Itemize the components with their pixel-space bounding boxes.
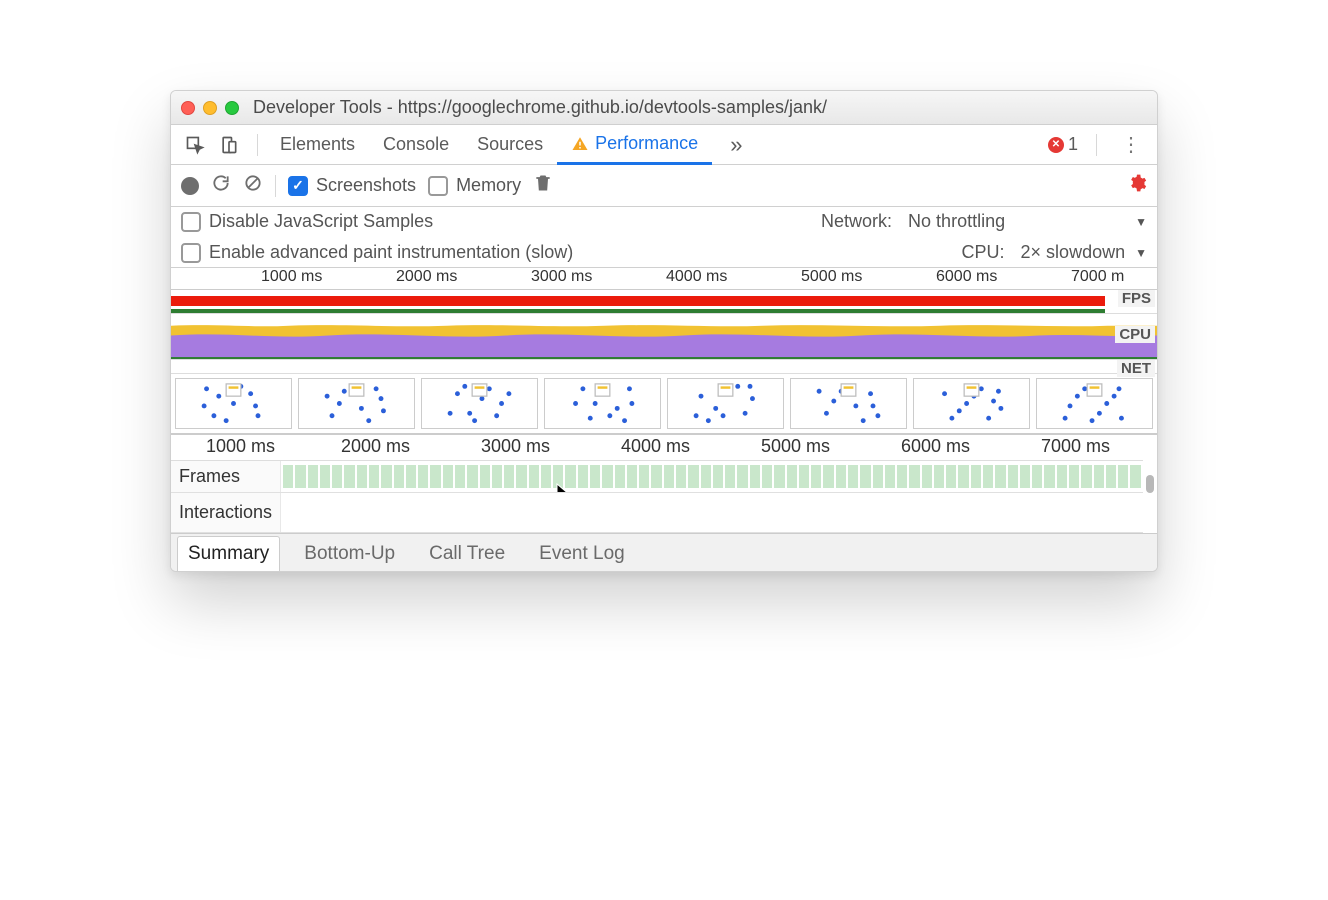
fps-histogram bbox=[171, 309, 1105, 313]
screenshots-checkbox[interactable]: Screenshots bbox=[288, 175, 416, 196]
interactions-track-body[interactable] bbox=[281, 493, 1143, 532]
cpu-lane-label: CPU bbox=[1115, 326, 1155, 343]
chevron-down-icon: ▼ bbox=[1135, 215, 1147, 229]
titlebar: Developer Tools - https://googlechrome.g… bbox=[171, 91, 1157, 125]
chevron-down-icon: ▼ bbox=[1135, 246, 1147, 260]
devtools-tab-strip: Elements Console Sources Performance » 1… bbox=[171, 125, 1157, 165]
flame-chart-ruler[interactable]: 1000 ms 2000 ms 3000 ms 4000 ms 5000 ms … bbox=[171, 435, 1143, 461]
inspect-element-icon[interactable] bbox=[181, 131, 209, 159]
fps-lane-label: FPS bbox=[1118, 290, 1155, 307]
error-icon bbox=[1048, 137, 1064, 153]
tab-event-log[interactable]: Event Log bbox=[529, 537, 635, 571]
window-title: Developer Tools - https://googlechrome.g… bbox=[253, 97, 827, 118]
screenshot-thumbnail[interactable] bbox=[913, 378, 1030, 429]
performance-toolbar: Screenshots Memory bbox=[171, 165, 1157, 207]
screenshots-label: Screenshots bbox=[316, 175, 416, 196]
flame-chart-area: 1000 ms 2000 ms 3000 ms 4000 ms 5000 ms … bbox=[171, 434, 1157, 533]
warning-icon bbox=[571, 135, 589, 153]
enable-paint-label: Enable advanced paint instrumentation (s… bbox=[209, 242, 573, 263]
record-button[interactable] bbox=[181, 177, 199, 195]
toggle-device-toolbar-icon[interactable] bbox=[215, 131, 243, 159]
tab-summary[interactable]: Summary bbox=[177, 536, 280, 572]
screenshot-thumbnail[interactable] bbox=[175, 378, 292, 429]
details-tab-strip: Summary Bottom-Up Call Tree Event Log bbox=[171, 533, 1157, 571]
reload-record-button[interactable] bbox=[211, 173, 231, 198]
checkbox-unchecked-icon bbox=[428, 176, 448, 196]
frames-track-label: Frames bbox=[171, 461, 281, 492]
interactions-track[interactable]: Interactions bbox=[171, 493, 1143, 533]
checkbox-unchecked-icon bbox=[181, 243, 201, 263]
memory-checkbox[interactable]: Memory bbox=[428, 175, 521, 196]
checkbox-checked-icon bbox=[288, 176, 308, 196]
tab-bottom-up[interactable]: Bottom-Up bbox=[294, 537, 405, 571]
disable-js-checkbox[interactable]: Disable JavaScript Samples bbox=[181, 211, 433, 232]
minimize-window-button[interactable] bbox=[203, 101, 217, 115]
traffic-lights bbox=[181, 101, 239, 115]
cpu-overview-lane[interactable]: CPU bbox=[171, 314, 1157, 360]
fps-overview-lane[interactable]: FPS bbox=[171, 290, 1157, 314]
frames-track[interactable]: Frames bbox=[171, 461, 1143, 493]
screenshot-thumbnail[interactable] bbox=[544, 378, 661, 429]
network-throttle-select[interactable]: Network: No throttling ▼ bbox=[821, 211, 1147, 232]
tab-performance[interactable]: Performance bbox=[557, 125, 712, 165]
divider bbox=[275, 175, 276, 197]
error-count-badge[interactable]: 1 bbox=[1048, 134, 1078, 155]
enable-paint-checkbox[interactable]: Enable advanced paint instrumentation (s… bbox=[181, 242, 573, 263]
cpu-chart bbox=[171, 314, 1157, 359]
interactions-track-label: Interactions bbox=[171, 493, 281, 532]
checkbox-unchecked-icon bbox=[181, 212, 201, 232]
cpu-throttle-select[interactable]: CPU: 2× slowdown ▼ bbox=[962, 242, 1147, 263]
screenshot-filmstrip[interactable] bbox=[171, 374, 1157, 434]
fps-dropped-frames-bar bbox=[171, 296, 1105, 306]
tab-console[interactable]: Console bbox=[369, 125, 463, 165]
tab-elements[interactable]: Elements bbox=[266, 125, 369, 165]
customize-menu-button[interactable]: ⋮ bbox=[1115, 132, 1147, 157]
zoom-window-button[interactable] bbox=[225, 101, 239, 115]
screenshot-thumbnail[interactable] bbox=[667, 378, 784, 429]
tab-sources[interactable]: Sources bbox=[463, 125, 557, 165]
divider bbox=[257, 134, 258, 156]
close-window-button[interactable] bbox=[181, 101, 195, 115]
overview-time-ruler[interactable]: 1000 ms 2000 ms 3000 ms 4000 ms 5000 ms … bbox=[171, 268, 1157, 290]
screenshot-thumbnail[interactable] bbox=[790, 378, 907, 429]
capture-settings-button[interactable] bbox=[1127, 173, 1147, 199]
screenshot-thumbnail[interactable] bbox=[1036, 378, 1153, 429]
frames-track-body[interactable] bbox=[281, 461, 1143, 492]
collect-garbage-button[interactable] bbox=[533, 173, 553, 198]
clear-button[interactable] bbox=[243, 173, 263, 198]
devtools-window: Developer Tools - https://googlechrome.g… bbox=[170, 90, 1158, 572]
capture-settings-panel: Disable JavaScript Samples Network: No t… bbox=[171, 207, 1157, 268]
disable-js-label: Disable JavaScript Samples bbox=[209, 211, 433, 232]
net-overview-lane[interactable]: NET bbox=[171, 360, 1157, 374]
vertical-scrollbar[interactable] bbox=[1143, 435, 1157, 533]
memory-label: Memory bbox=[456, 175, 521, 196]
screenshot-thumbnail[interactable] bbox=[421, 378, 538, 429]
more-tabs-button[interactable]: » bbox=[716, 125, 756, 165]
divider bbox=[1096, 134, 1097, 156]
screenshot-thumbnail[interactable] bbox=[298, 378, 415, 429]
tab-call-tree[interactable]: Call Tree bbox=[419, 537, 515, 571]
